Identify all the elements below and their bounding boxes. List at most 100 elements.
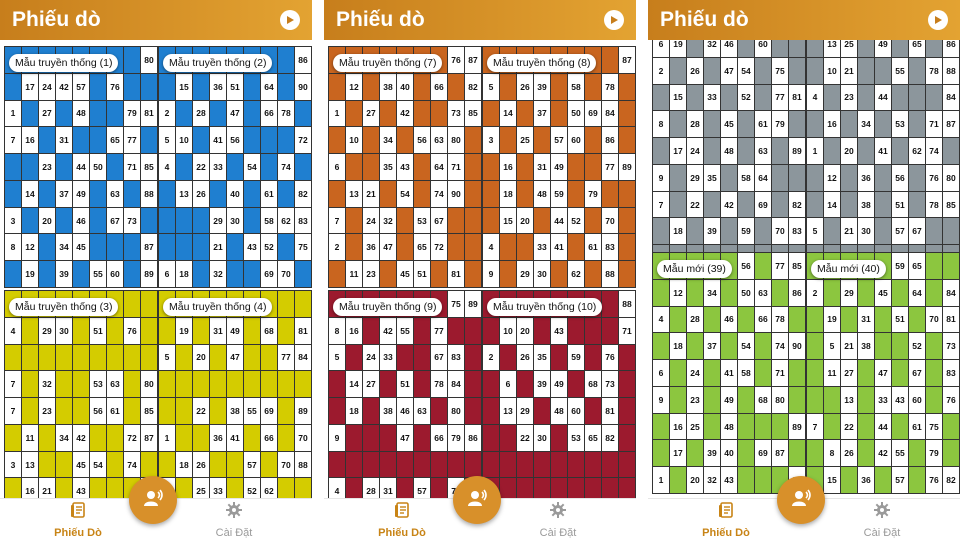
ticket-cell — [278, 127, 295, 155]
ticket-card[interactable]: 56 77 85 12 34 50 63 86 4 28 46 66 78 18 37 54 74 90 6 24 41… — [652, 252, 806, 494]
ticket-card[interactable]: 4 29 30 51 76 7 32 53 63 80 7 23 56 61 85 11 34 42 72 87 3 13… — [4, 290, 158, 498]
ticket-cell — [738, 440, 755, 468]
ticket-cell: 80 — [448, 398, 465, 425]
ticket-cell: 57 — [892, 218, 909, 246]
ticket-label[interactable]: Mẫu truyền thống (3) — [9, 298, 119, 316]
voice-button[interactable] — [129, 476, 177, 524]
tab-cai-dat[interactable]: Cài Đặt — [184, 501, 284, 539]
ticket-card[interactable]: 6 19 32 46 60 2 26 47 54 75 15 33 52 77 81 8 28 45 61 79 17 2… — [652, 40, 806, 272]
ticket-cell — [602, 317, 619, 345]
ticket-cell: 22 — [193, 154, 210, 181]
ticket-cell: 55 — [244, 398, 261, 425]
ticket-cell: 36 — [858, 467, 875, 494]
ticket-cell — [124, 180, 141, 208]
ticket-label[interactable]: Mẫu mới (39) — [657, 260, 732, 278]
gear-icon — [873, 501, 891, 524]
tab-cai-dat[interactable]: Cài Đặt — [832, 501, 932, 539]
ticket-card[interactable]: 88 10 20 43 71 2 26 35 59 76 6 39 49 68 73 13 29 48 60 81 22… — [482, 290, 636, 498]
ticket-cell: 39 — [56, 261, 73, 288]
ticket-cell: 89 — [295, 398, 312, 425]
ticket-cell — [807, 191, 824, 219]
ticket-label[interactable]: Mẫu truyền thống (8) — [487, 54, 597, 72]
ticket-cell: 61 — [585, 234, 602, 262]
ticket-cell — [39, 261, 56, 288]
ticket-cell — [858, 40, 875, 58]
ticket-cell — [755, 413, 772, 441]
play-icon[interactable] — [280, 10, 300, 30]
ticket-cell: 85 — [789, 253, 806, 280]
ticket-cell: 61 — [755, 111, 772, 139]
ticket-cell — [534, 478, 551, 498]
ticket-cell: 84 — [602, 100, 619, 128]
ticket-cell: 82 — [465, 73, 482, 101]
ticket-cell: 33 — [210, 154, 227, 181]
ticket-cell: 21 — [841, 218, 858, 246]
ticket-grid: 75 89 8 16 42 55 77 5 24 33 67 83 14 27 51 78 84 18 38 46 63… — [328, 290, 482, 498]
ticket-label[interactable]: Mẫu truyền thống (4) — [163, 298, 273, 316]
ticket-cell: 13 — [824, 40, 841, 58]
ticket-cell: 86 — [943, 40, 960, 58]
ticket-card[interactable]: 80 17 24 42 57 76 1 27 48 79 81 7 16 31 65 77 23 44 50 71 85… — [4, 46, 158, 288]
ticket-cell: 69 — [755, 440, 772, 468]
ticket-cell: 54 — [738, 57, 755, 85]
ticket-list[interactable]: 80 17 24 42 57 76 1 27 48 79 81 7 16 31 65 77 23 44 50 71 85… — [0, 40, 312, 498]
ticket-label[interactable]: Mẫu truyền thống (7) — [333, 54, 443, 72]
ticket-card[interactable]: 19 31 49 68 81 5 20 47 77 84 22 38 55 69 89 1 36 41 66 70 18… — [158, 290, 312, 498]
ticket-cell — [397, 451, 414, 479]
ticket-cell: 78 — [926, 191, 943, 219]
ticket-card[interactable]: 86 15 36 51 64 90 2 28 47 66 78 5 10 41 56 72 4 22 33 54 74 1… — [158, 46, 312, 288]
ticket-cell: 66 — [755, 306, 772, 334]
ticket-grid: 56 77 85 12 34 50 63 86 4 28 46 66 78 18 37 54 74 90 6 24 41… — [652, 252, 806, 494]
ticket-cell: 10 — [824, 57, 841, 85]
ticket-label[interactable]: Mẫu truyền thống (9) — [333, 298, 443, 316]
ticket-cell: 45 — [397, 261, 414, 288]
ticket-cell: 27 — [363, 100, 380, 128]
ticket-cell: 6 — [159, 261, 176, 288]
ticket-cell — [585, 478, 602, 498]
ticket-cell — [397, 344, 414, 372]
ticket-card[interactable]: 75 89 8 16 42 55 77 5 24 33 67 83 14 27 51 78 84 18 38 46 63… — [328, 290, 482, 498]
play-icon[interactable] — [928, 10, 948, 30]
ticket-label[interactable]: Mẫu mới (40) — [811, 260, 886, 278]
ticket-cell: 45 — [73, 451, 90, 479]
ticket-cell — [193, 127, 210, 155]
ticket-cell: 36 — [210, 424, 227, 452]
ticket-cell: 45 — [73, 234, 90, 262]
ticket-label[interactable]: Mẫu truyền thống (10) — [487, 298, 603, 316]
ticket-card[interactable]: 87 5 26 39 58 78 14 37 50 69 84 3 25 57 60 86 16 31 49 77 89… — [482, 46, 636, 288]
ticket-cell — [278, 398, 295, 425]
ticket-cell — [465, 317, 482, 345]
ticket-cell — [653, 218, 670, 246]
ticket-cell: 33 — [704, 84, 721, 112]
ticket-cell: 2 — [807, 279, 824, 307]
ticket-label[interactable]: Mẫu truyền thống (2) — [163, 54, 273, 72]
tab-phieu-do[interactable]: Phiếu Dò — [352, 501, 452, 539]
tab-phieu-do[interactable]: Phiếu Dò — [676, 501, 776, 539]
voice-button[interactable] — [777, 476, 825, 524]
ticket-cell — [448, 317, 465, 345]
ticket-cell: 41 — [721, 360, 738, 387]
play-icon[interactable] — [604, 10, 624, 30]
ticket-card[interactable]: 13 25 49 65 86 10 21 55 78 88 4 23 44 84 16 34 53 71 87 1 20… — [806, 40, 960, 272]
tab-cai-dat[interactable]: Cài Đặt — [508, 501, 608, 539]
voice-button[interactable] — [453, 476, 501, 524]
ticket-cell: 18 — [670, 218, 687, 246]
ticket-card[interactable]: 59 65 2 29 45 64 84 19 31 51 70 81 5 21 38 52 73 11 27 47 67… — [806, 252, 960, 494]
ticket-list[interactable]: 76 87 12 38 40 66 82 1 27 42 73 85 10 34 56 63 80 6 35 43 64… — [324, 40, 636, 498]
ticket-list[interactable]: 6 19 32 46 60 2 26 47 54 75 15 33 52 77 81 8 28 45 61 79 17 2… — [648, 40, 960, 498]
ticket-label[interactable]: Mẫu truyền thống (1) — [9, 54, 119, 72]
ticket-cell: 69 — [585, 100, 602, 128]
ticket-cell: 67 — [431, 344, 448, 372]
ticket-cell: 53 — [892, 111, 909, 139]
ticket-card[interactable]: 76 87 12 38 40 66 82 1 27 42 73 85 10 34 56 63 80 6 35 43 64… — [328, 46, 482, 288]
ticket-cell: 69 — [261, 398, 278, 425]
ticket-cell: 5 — [807, 218, 824, 246]
ticket-cell — [380, 100, 397, 128]
ticket-cell: 50 — [90, 154, 107, 181]
ticket-cell: 8 — [824, 440, 841, 468]
ticket-cell — [534, 451, 551, 479]
tab-phieu-do[interactable]: Phiếu Dò — [28, 501, 128, 539]
ticket-cell — [124, 398, 141, 425]
ticket-cell: 18 — [176, 261, 193, 288]
ticket-cell: 59 — [551, 180, 568, 208]
